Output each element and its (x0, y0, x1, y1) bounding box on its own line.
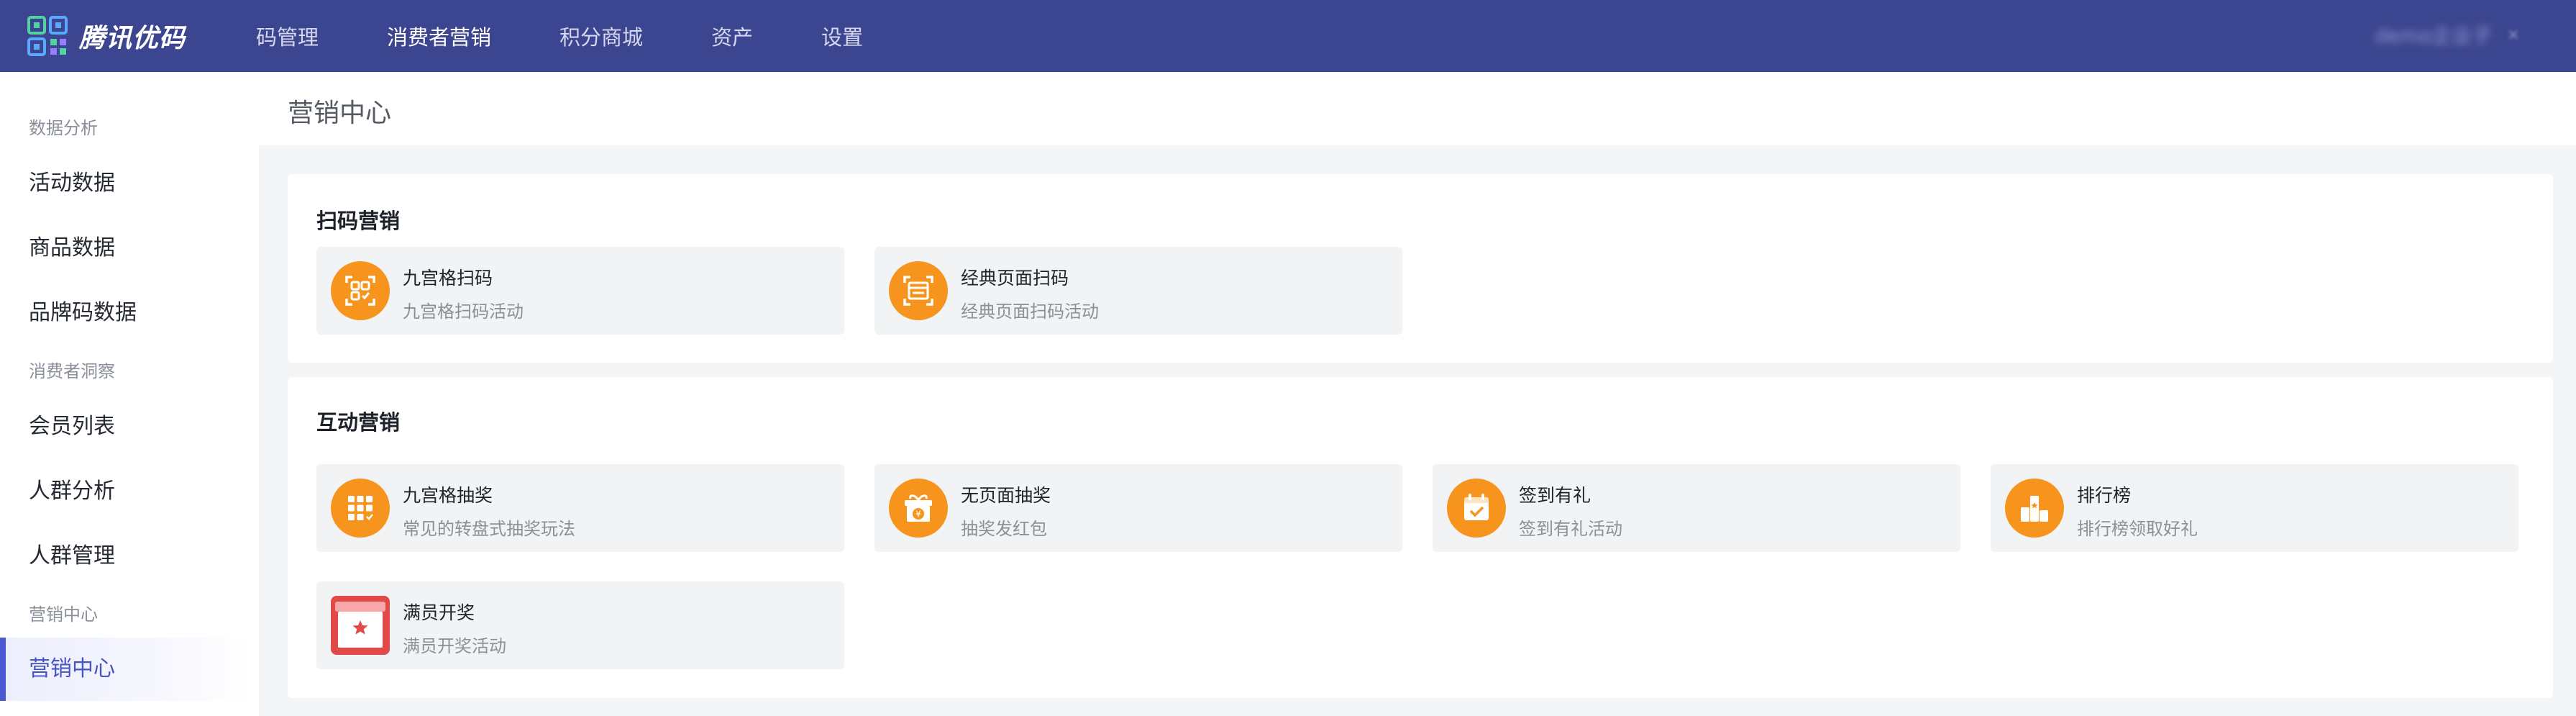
qr-logo-icon (27, 16, 68, 56)
prize-box-icon (331, 596, 390, 655)
top-navigation-bar: 腾讯优码 码管理 消费者营销 积分商城 资产 设置 demo企业子 × (0, 0, 2576, 72)
brand-name: 腾讯优码 (79, 24, 186, 53)
page-title: 营销中心 (288, 99, 392, 128)
gift-box-icon: ¥ (889, 479, 948, 538)
tile-name: 九宫格扫码 (403, 268, 493, 289)
nav-item-consumer-marketing[interactable]: 消费者营销 (387, 21, 491, 51)
tile-name: 九宫格抽奖 (403, 485, 493, 506)
sidebar-group-consumer-insight: 消费者洞察 (29, 361, 115, 381)
page-scan-icon (889, 261, 948, 320)
podium-icon (2005, 479, 2064, 538)
tile-name: 满员开奖 (403, 602, 475, 623)
sidebar-item-member-list[interactable]: 会员列表 (0, 395, 253, 458)
section-scan-marketing: 扫码营销 九宫格扫码 九宫格扫码活动 经典页面扫码 经典页面扫码活动 (288, 174, 2553, 363)
sidebar-item-crowd-management[interactable]: 人群管理 (0, 525, 253, 588)
tile-description: 排行榜领取好礼 (2077, 519, 2198, 539)
tile-description: 满员开奖活动 (403, 636, 506, 656)
tile-full-draw[interactable]: 满员开奖 满员开奖活动 (316, 581, 844, 669)
tile-name: 经典页面扫码 (961, 268, 1069, 289)
section-title: 扫码营销 (316, 209, 401, 233)
sidebar-item-crowd-analysis[interactable]: 人群分析 (0, 460, 253, 523)
page-header: 营销中心 (259, 72, 2576, 145)
svg-text:¥: ¥ (915, 509, 921, 520)
section-interactive-marketing: 互动营销 九宫格抽奖 常见的转盘式抽奖玩法 ¥ 无页面抽奖 抽奖发红包 签到有礼… (288, 377, 2553, 698)
grid-lottery-icon (331, 479, 390, 538)
sidebar-group-marketing-center: 营销中心 (29, 604, 98, 625)
user-menu[interactable]: demo企业子 × (2375, 20, 2520, 49)
tile-page-scan[interactable]: 经典页面扫码 经典页面扫码活动 (874, 247, 1402, 335)
main-menu: 码管理 消费者营销 积分商城 资产 设置 (256, 21, 931, 51)
tile-leaderboard[interactable]: 排行榜 排行榜领取好礼 (1991, 464, 2518, 552)
user-name: demo企业子 (2375, 24, 2493, 47)
tile-name: 签到有礼 (1519, 485, 1591, 506)
brand[interactable]: 腾讯优码 (27, 16, 186, 56)
tile-description: 常见的转盘式抽奖玩法 (403, 519, 575, 539)
sidebar-item-activity-data[interactable]: 活动数据 (0, 152, 253, 215)
sidebar-item-product-data[interactable]: 商品数据 (0, 217, 253, 280)
tile-no-page-lottery[interactable]: ¥ 无页面抽奖 抽奖发红包 (874, 464, 1402, 552)
calendar-check-icon (1447, 479, 1506, 538)
user-dropdown-icon[interactable]: × (2507, 26, 2520, 44)
nav-item-assets[interactable]: 资产 (711, 21, 753, 51)
tile-description: 经典页面扫码活动 (961, 302, 1099, 322)
tile-name: 无页面抽奖 (961, 485, 1051, 506)
grid-scan-icon (331, 261, 390, 320)
tile-description: 签到有礼活动 (1519, 519, 1622, 539)
tile-description: 抽奖发红包 (961, 519, 1047, 539)
sidebar: 数据分析 活动数据 商品数据 品牌码数据 消费者洞察 会员列表 人群分析 人群管… (0, 72, 259, 716)
tile-description: 九宫格扫码活动 (403, 302, 524, 322)
tile-grid-scan[interactable]: 九宫格扫码 九宫格扫码活动 (316, 247, 844, 335)
sidebar-item-marketing-center[interactable]: 营销中心 (0, 638, 253, 701)
tile-name: 排行榜 (2077, 485, 2132, 506)
section-title: 互动营销 (316, 410, 401, 435)
sidebar-item-brand-code-data[interactable]: 品牌码数据 (0, 281, 253, 345)
nav-item-settings[interactable]: 设置 (821, 21, 863, 51)
tile-grid-lottery[interactable]: 九宫格抽奖 常见的转盘式抽奖玩法 (316, 464, 844, 552)
nav-item-code-management[interactable]: 码管理 (256, 21, 319, 51)
nav-item-points-mall[interactable]: 积分商城 (559, 21, 643, 51)
tile-check-in-gift[interactable]: 签到有礼 签到有礼活动 (1433, 464, 1960, 552)
sidebar-group-data-analysis: 数据分析 (29, 118, 98, 138)
